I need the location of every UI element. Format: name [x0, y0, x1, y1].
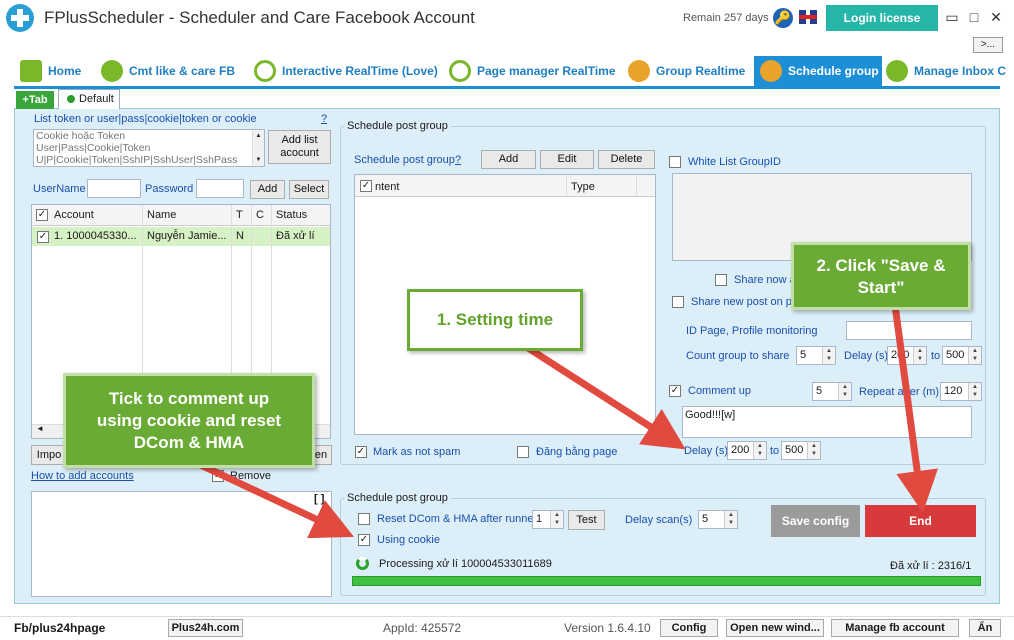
open-new-window-button[interactable]: Open new wind... — [726, 619, 824, 637]
site-button[interactable]: Plus24h.com — [168, 619, 243, 637]
version: Version 1.6.4.10 — [564, 621, 651, 635]
config-button[interactable]: Config — [660, 619, 718, 637]
fb-page-link[interactable]: Fb/plus24hpage — [14, 621, 105, 635]
arrow-save-start — [891, 304, 939, 513]
arrow-tick-comment — [188, 456, 355, 539]
app-id: AppId: 425572 — [383, 621, 462, 635]
callout-tick-comment: Tick to comment up using cookie and rese… — [63, 373, 315, 468]
callout-setting-time: 1. Setting time — [407, 289, 583, 351]
callout-save-start: 2. Click "Save & Start" — [791, 242, 971, 310]
manage-fb-account-button[interactable]: Manage fb account — [831, 619, 959, 637]
hide-button[interactable]: Ẩn — [969, 619, 1001, 637]
